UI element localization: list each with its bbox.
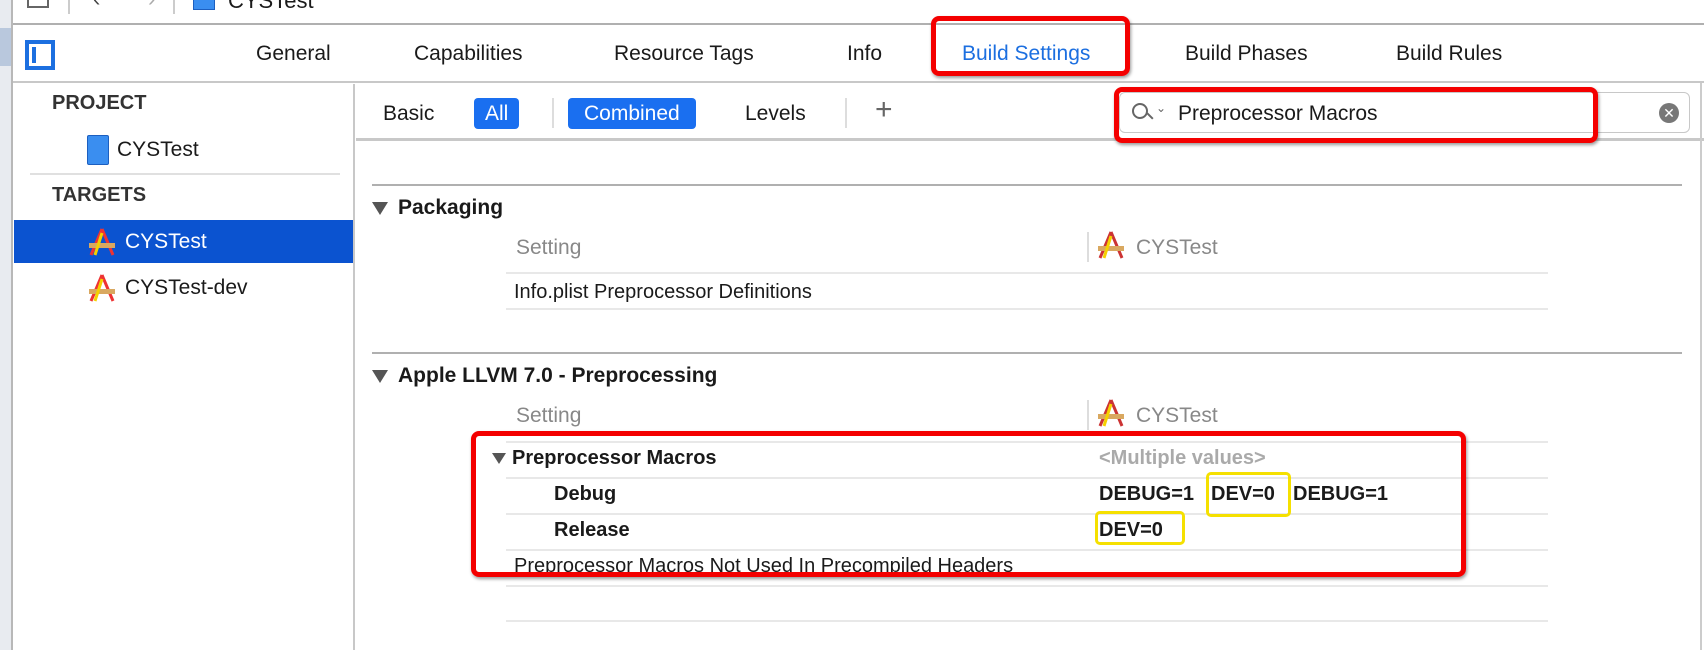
sidebar-item-target-cystest-dev[interactable]: CYSTest-dev	[14, 266, 353, 309]
section-header-packaging[interactable]: Packaging	[372, 196, 503, 220]
sidebar: PROJECT CYSTest TARGETS CYSTest CYSTest-…	[14, 84, 355, 650]
divider	[845, 98, 847, 128]
divider	[30, 173, 340, 175]
levels-button[interactable]: Levels	[734, 98, 817, 129]
divider	[552, 98, 554, 128]
annotation-box-search	[1114, 87, 1598, 143]
left-edge-strip	[0, 0, 13, 650]
column-header-target: CYSTest	[1136, 404, 1218, 427]
sidebar-item-label: CYSTest	[125, 229, 207, 253]
tab-resource-tags[interactable]: Resource Tags	[614, 42, 754, 66]
disclosure-triangle-icon[interactable]	[372, 369, 388, 383]
divider	[372, 352, 1682, 354]
annotation-box-build-settings	[931, 16, 1130, 76]
section-title: Apple LLVM 7.0 - Preprocessing	[398, 364, 718, 387]
divider	[372, 184, 1682, 186]
column-header-setting: Setting	[516, 236, 582, 259]
app-target-icon	[1098, 231, 1124, 259]
targets-header: TARGETS	[52, 184, 147, 206]
section-header-apple-llvm-preprocessing[interactable]: Apple LLVM 7.0 - Preprocessing	[372, 364, 717, 388]
project-file-icon	[87, 134, 109, 165]
app-target-icon	[1098, 399, 1124, 427]
grid-icon[interactable]	[27, 0, 49, 8]
sidebar-item-project-cystest[interactable]: CYSTest	[14, 128, 353, 171]
forward-icon[interactable]: ›	[148, 0, 155, 12]
divider	[173, 0, 175, 14]
row-divider	[506, 272, 1548, 274]
column-divider[interactable]	[1087, 232, 1089, 262]
breadcrumb-title[interactable]: CYSTest	[228, 0, 314, 14]
back-icon[interactable]: ‹	[93, 0, 100, 12]
top-toolbar: ‹ › CYSTest	[13, 0, 1704, 25]
tab-build-rules[interactable]: Build Rules	[1396, 42, 1502, 66]
combined-button[interactable]: Combined	[568, 98, 696, 129]
row-divider	[506, 308, 1548, 310]
basic-button[interactable]: Basic	[372, 98, 445, 129]
clear-search-icon[interactable]: ✕	[1659, 103, 1679, 123]
column-header-target: CYSTest	[1136, 236, 1218, 259]
sidebar-item-target-cystest[interactable]: CYSTest	[14, 220, 353, 263]
tab-info[interactable]: Info	[847, 42, 882, 66]
sidebar-item-label: CYSTest	[117, 137, 199, 161]
row-divider	[506, 620, 1548, 622]
tab-capabilities[interactable]: Capabilities	[414, 42, 523, 66]
app-target-icon	[89, 227, 115, 256]
setting-info-plist-preprocessor-definitions[interactable]: Info.plist Preprocessor Definitions	[514, 281, 812, 304]
column-header-setting: Setting	[516, 404, 582, 427]
project-file-icon	[193, 0, 215, 10]
add-setting-button[interactable]: +	[864, 94, 904, 125]
annotation-box-preprocessor-macros	[471, 431, 1466, 577]
sidebar-toggle-icon[interactable]	[25, 40, 55, 70]
row-divider	[506, 585, 1548, 587]
app-target-icon	[89, 273, 115, 302]
tab-build-phases[interactable]: Build Phases	[1185, 42, 1308, 66]
tab-general[interactable]: General	[256, 42, 331, 66]
editor-tabs: General Capabilities Resource Tags Info …	[13, 25, 1704, 83]
section-title: Packaging	[398, 196, 504, 219]
all-button[interactable]: All	[474, 98, 520, 129]
column-divider[interactable]	[1087, 400, 1089, 430]
disclosure-triangle-icon[interactable]	[372, 201, 388, 215]
right-edge-divider	[1700, 83, 1702, 650]
divider	[68, 0, 70, 14]
project-header: PROJECT	[52, 92, 147, 114]
sidebar-item-label: CYSTest-dev	[125, 275, 248, 299]
